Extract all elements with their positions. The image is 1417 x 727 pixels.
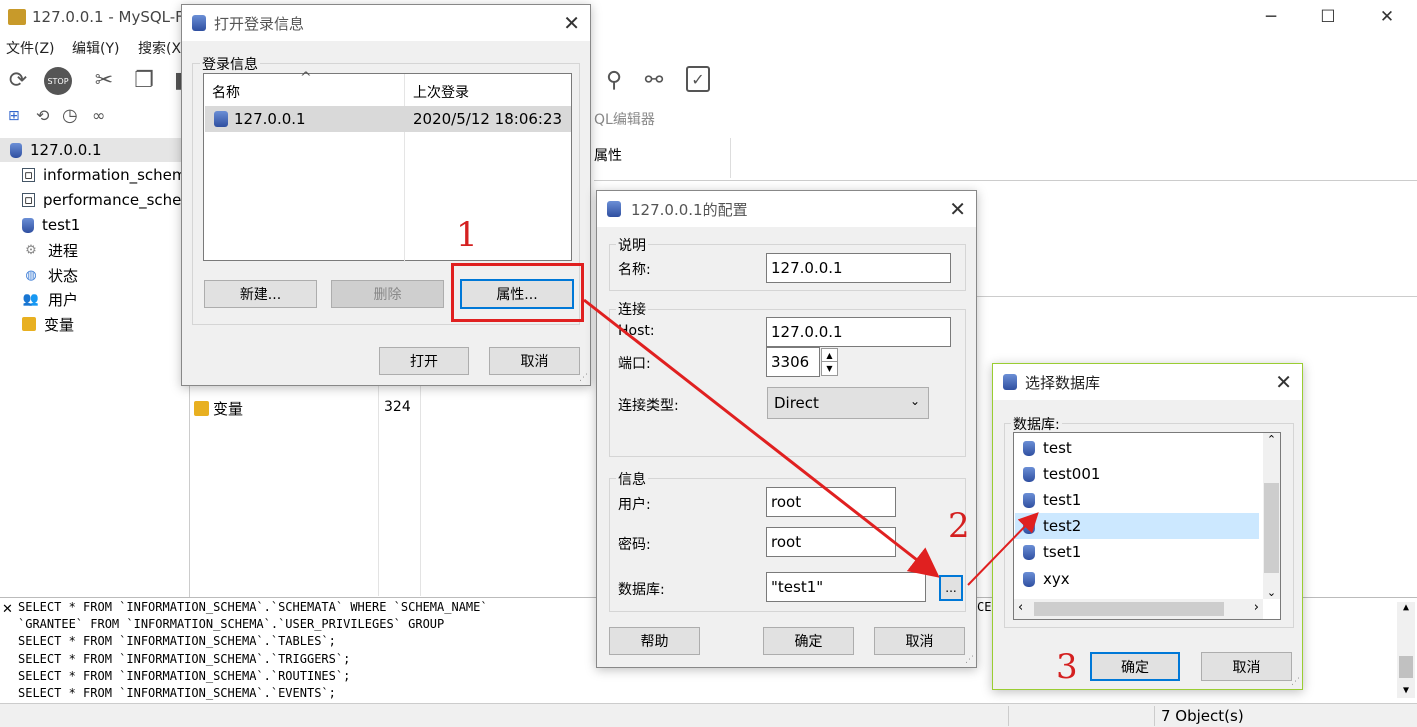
arrow-to-test2 [967,512,1039,586]
arrow-to-browse [583,298,940,578]
annotation-arrows [583,298,1039,586]
